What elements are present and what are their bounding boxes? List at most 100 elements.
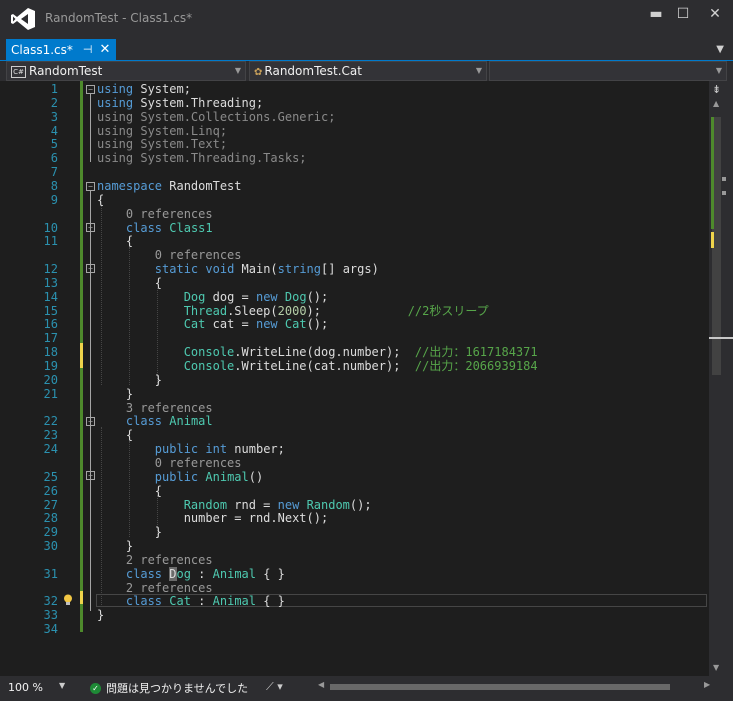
code-text: Console.WriteLine(cat.number); //出力：2066… [97,360,538,373]
pin-icon[interactable]: ⊣ [83,43,93,56]
code-token: : [190,566,213,581]
line-number: 27 [43,497,58,512]
code-cleanup-brush-icon[interactable]: ⟋ ▾ [266,680,283,694]
code-line: 30 } [0,540,709,553]
project-dropdown[interactable]: C# RandomTest ▼ [6,61,246,81]
tab-label: Class1.cs* [11,42,73,57]
code-token: 0 references [97,206,213,221]
code-line: 2 using System.Threading; [0,96,709,110]
code-token: class [125,566,163,581]
code-token: { [97,234,134,249]
code-token: using [97,123,134,138]
visual-studio-logo-icon [11,8,35,30]
line-number: 28 [43,511,58,526]
code-text: { [97,193,104,207]
minimize-button[interactable]: ▬ [641,4,671,24]
window-title: RandomTest - Class1.cs* [45,11,193,25]
code-text: using System; [97,83,191,96]
code-line: 12 static void Main(string[] args) [0,263,709,276]
code-line: 21 } [0,386,709,401]
horizontal-scrollbar[interactable]: ◀ ▶ [318,680,714,692]
code-token: } [97,608,105,623]
code-token: } [97,386,134,401]
code-editor[interactable]: − − − − − − 1 using System; 2 using System.… [0,81,709,676]
line-number: 9 [50,192,58,207]
codelens-references[interactable]: 0 references [0,455,709,470]
chevron-down-icon[interactable]: ▼ [59,681,65,690]
chevron-down-icon: ▼ [234,66,241,75]
code-token: Cat [183,317,206,332]
split-editor-icon[interactable]: ⇟ [712,83,721,96]
line-number: 16 [43,317,58,332]
code-line: 18 Console.WriteLine(dog.number); //出力：1… [0,346,709,359]
code-line: 22 class Animal [0,415,709,428]
code-token: System.Linq; [133,123,228,138]
code-line: 23 { [0,429,709,442]
codelens-references[interactable]: 2 references [0,553,709,567]
close-tab-icon[interactable]: ✕ [99,42,110,57]
code-token: Animal [169,414,213,429]
code-token: 2 references [97,580,213,595]
code-text: } [97,540,133,553]
line-number: 8 [50,178,58,193]
tab-overflow-dropdown-icon[interactable]: ▼ [716,44,724,55]
chevron-down-icon: ▼ [475,66,482,75]
code-token: Cat [169,594,191,609]
code-token: number = rnd.Next(); [97,511,329,526]
line-number: 12 [43,262,58,277]
line-number: 10 [43,220,58,235]
code-text: } [97,373,162,387]
member-name: RandomTest.Cat [264,64,362,78]
member-detail-dropdown[interactable]: ▼ [489,61,727,81]
codelens-references[interactable]: 0 references [0,249,709,262]
document-tab-bar: Class1.cs* ⊣ ✕ ▼ [0,38,733,62]
scroll-up-icon[interactable]: ▲ [713,99,719,108]
codelens-references[interactable]: 3 references [0,400,709,415]
issues-indicator[interactable]: ✓ 問題は見つかりませんでした [90,680,248,696]
code-line: 25 public Animal() [0,469,709,484]
code-token: Dog [183,289,206,304]
line-number: 18 [43,345,58,360]
close-window-button[interactable]: ✕ [700,4,730,24]
scroll-right-icon[interactable]: ▶ [704,680,710,689]
line-number: 21 [43,386,58,401]
chevron-down-icon: ▼ [715,66,722,75]
code-token: Random [306,497,350,512]
code-text: 2 references [97,580,213,595]
zoom-level[interactable]: 100 % [8,681,43,694]
code-token: void [205,262,235,277]
code-line: 19 Console.WriteLine(cat.number); //出力：2… [0,360,709,373]
codelens-references[interactable]: 2 references [0,580,709,595]
code-text: 0 references [97,206,213,221]
code-token: : [190,594,213,609]
caret-position-marker [709,337,733,339]
tab-class1[interactable]: Class1.cs* ⊣ ✕ [6,39,117,60]
code-text: using System.Text; [97,138,227,151]
code-token: ); [306,303,408,318]
code-text: 0 references [97,455,242,470]
line-number: 19 [43,359,58,373]
line-number: 25 [43,469,58,484]
scroll-down-icon[interactable]: ▼ [713,663,719,672]
code-token: new [255,317,278,332]
code-text: } [97,609,104,622]
line-number: 31 [43,566,58,581]
code-token: 3 references [97,400,213,415]
change-marker [711,232,714,248]
class-icon: ✿ [254,67,263,78]
code-token: { [97,483,163,498]
scroll-left-icon[interactable]: ◀ [318,680,324,689]
vertical-scrollbar[interactable]: ⇟ ▲ ▼ [709,81,733,676]
member-dropdown[interactable]: ✿ RandomTest.Cat ▼ [249,61,487,81]
horizontal-scrollbar-thumb[interactable] [330,684,670,690]
code-line: 6 using System.Threading.Tasks; [0,152,709,165]
code-text: Dog dog = new Dog(); [97,289,329,304]
code-token: 0 references [97,455,242,470]
maximize-button[interactable]: ☐ [668,4,698,24]
code-token: { } [256,594,285,609]
codelens-references[interactable]: 0 references [0,206,709,221]
